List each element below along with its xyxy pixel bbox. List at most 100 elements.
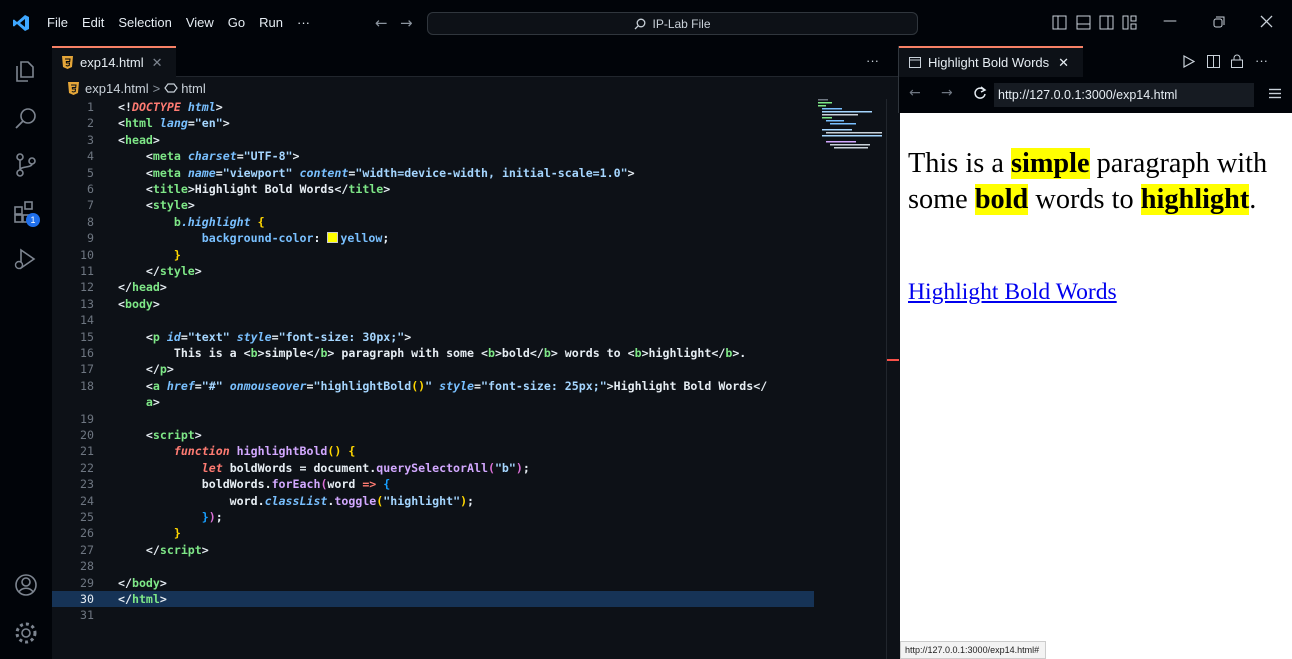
toggle-panel-icon[interactable] — [1076, 15, 1091, 30]
menu-item-go[interactable]: Go — [221, 0, 252, 46]
code-line[interactable]: 14 — [52, 312, 828, 328]
url-input[interactable]: http://127.0.0.1:3000/exp14.html — [994, 83, 1254, 107]
code-line[interactable]: 23 boldWords.forEach(word => { — [52, 476, 828, 492]
line-number: 14 — [80, 313, 94, 328]
code-line[interactable]: 31 — [52, 607, 828, 623]
browser-more-actions-icon[interactable]: ··· — [1255, 53, 1268, 68]
split-editor-icon[interactable] — [1207, 55, 1220, 68]
forward-arrow-icon[interactable]: → — [400, 14, 413, 32]
code-line[interactable]: 13 <body> — [52, 296, 828, 312]
bold-word-simple: simple — [1010, 148, 1090, 179]
code-line[interactable]: 10 } — [52, 247, 828, 263]
code-line[interactable]: 15 <p id="text" style="font-size: 30px;"… — [52, 329, 828, 345]
code-token: > — [215, 100, 223, 114]
code-text: <!DOCTYPE html> — [118, 99, 223, 115]
code-line[interactable]: 20 <script> — [52, 427, 828, 443]
code-token: } — [201, 510, 209, 524]
code-line[interactable]: 6 <title>Highlight Bold Words</title> — [52, 181, 828, 197]
menu-item-selection[interactable]: Selection — [111, 0, 178, 46]
highlight-bold-words-link[interactable]: Highlight Bold Words — [908, 279, 1117, 306]
code-line[interactable]: 4 <meta charset="UTF-8"> — [52, 148, 828, 164]
breadcrumb-node[interactable]: html — [181, 81, 206, 96]
extensions-icon[interactable]: 1 — [13, 200, 40, 227]
browser-back-icon[interactable]: ← — [909, 85, 921, 101]
settings-gear-icon[interactable] — [13, 620, 39, 646]
reload-icon[interactable] — [973, 86, 987, 100]
code-line[interactable]: 24 word.classList.toggle("highlight"); — [52, 493, 828, 509]
minimap[interactable] — [814, 99, 886, 659]
toggle-secondary-sidebar-icon[interactable] — [1099, 15, 1114, 30]
code-line[interactable]: 25 }); — [52, 509, 828, 525]
menu-item-edit[interactable]: Edit — [75, 0, 111, 46]
customize-layout-icon[interactable] — [1122, 15, 1137, 30]
code-token: "font-size: 30px;" — [278, 329, 405, 344]
browser-tab-close-icon[interactable]: ✕ — [1058, 55, 1069, 71]
code-line[interactable]: 5 <meta name="viewport" content="width=d… — [52, 165, 828, 181]
code-line[interactable]: 7 <style> — [52, 197, 828, 213]
menu-item-run[interactable]: Run — [252, 0, 290, 46]
code-line[interactable]: 29 </body> — [52, 575, 828, 591]
code-token: "text" — [187, 329, 237, 344]
code-line[interactable]: 26 } — [52, 525, 828, 541]
close-icon[interactable] — [1260, 15, 1273, 28]
accounts-icon[interactable] — [13, 572, 39, 598]
hamburger-menu-icon[interactable] — [1269, 88, 1281, 99]
code-token: b — [250, 346, 258, 360]
command-center[interactable]: IP-Lab File — [427, 12, 918, 35]
tab-close-icon[interactable]: ✕ — [152, 55, 163, 71]
source-control-icon[interactable] — [13, 152, 39, 178]
code-line[interactable]: a> — [52, 394, 828, 410]
code-line[interactable]: 21 function highlightBold() { — [52, 443, 828, 459]
menu-item-view[interactable]: View — [179, 0, 221, 46]
code-line[interactable]: 16 This is a <b>simple</b> paragraph wit… — [52, 345, 828, 361]
code-token: name — [187, 165, 216, 180]
vertical-scrollbar[interactable] — [886, 99, 899, 659]
restore-icon[interactable] — [1213, 16, 1225, 28]
code-line[interactable]: 17 </p> — [52, 361, 828, 377]
more-actions-icon[interactable]: ··· — [866, 53, 879, 68]
code-line[interactable]: 9 background-color: yellow; — [52, 230, 828, 246]
tab-exp14-html[interactable]: exp14.html ✕ — [52, 46, 176, 77]
tab-browser-preview[interactable]: Highlight Bold Words ✕ — [899, 46, 1083, 77]
browser-forward-icon[interactable]: → — [941, 85, 953, 101]
code-token: = — [187, 116, 195, 131]
code-line[interactable]: 2 <html lang="en"> — [52, 115, 828, 131]
back-arrow-icon[interactable]: ← — [375, 14, 388, 32]
code-line[interactable]: 1 <!DOCTYPE html> — [52, 99, 828, 115]
breadcrumb-separator: > — [152, 80, 161, 96]
line-number: 3 — [87, 132, 94, 147]
code-token: b — [543, 346, 551, 360]
minimize-icon[interactable]: — — [1163, 13, 1177, 29]
code-token: > — [187, 198, 195, 213]
line-number: 12 — [80, 280, 94, 295]
breadcrumb-file[interactable]: exp14.html — [85, 81, 149, 96]
line-number: 23 — [80, 477, 94, 492]
explorer-icon[interactable] — [13, 58, 39, 84]
code-line[interactable]: 28 — [52, 558, 828, 574]
menu-item-more[interactable]: ··· — [290, 0, 317, 46]
code-text: function highlightBold() { — [118, 443, 356, 459]
code-token: head — [131, 280, 160, 295]
code-line[interactable]: 27 </script> — [52, 542, 828, 558]
search-icon[interactable] — [13, 106, 39, 132]
code-line[interactable]: 19 — [52, 411, 828, 427]
code-line[interactable]: 30 </html> — [52, 591, 828, 608]
lock-icon[interactable] — [1231, 54, 1243, 68]
code-line[interactable]: 12 </head> — [52, 279, 828, 295]
line-number: 22 — [80, 460, 94, 475]
code-token: </ — [118, 362, 160, 377]
command-center-label: IP-Lab File — [652, 16, 711, 31]
menu-item-file[interactable]: File — [40, 0, 75, 46]
toggle-primary-sidebar-icon[interactable] — [1052, 15, 1067, 30]
code-editor[interactable]: 1 <!DOCTYPE html> 2 <html lang="en"> 3 <head>… — [52, 99, 828, 659]
code-line[interactable]: 3 <head> — [52, 132, 828, 148]
run-and-debug-icon[interactable] — [13, 246, 39, 272]
code-line[interactable]: 18 <a href="#" onmouseover="highlightBol… — [52, 378, 828, 394]
code-line[interactable]: 22 let boldWords = document.querySelecto… — [52, 460, 828, 476]
run-icon[interactable] — [1183, 55, 1195, 68]
code-line[interactable]: 11 </style> — [52, 263, 828, 279]
code-line[interactable]: 8 b.highlight { — [52, 214, 828, 230]
